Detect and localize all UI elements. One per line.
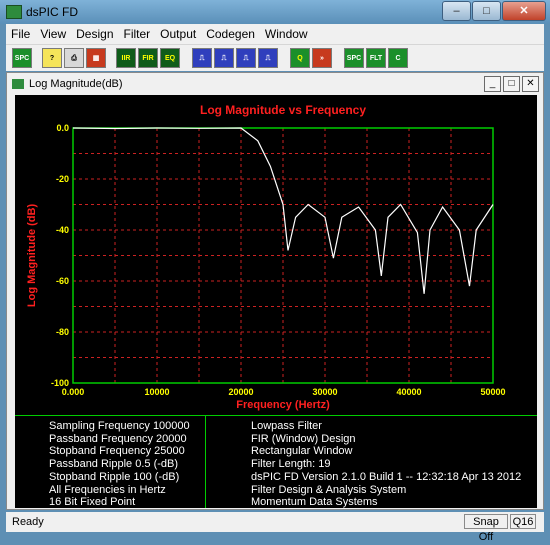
menu-file[interactable]: File [6,27,35,41]
menu-bar: File View Design Filter Output Codegen W… [6,24,544,44]
y-tick-label: -60 [56,276,69,286]
menu-filter[interactable]: Filter [119,27,156,41]
y-axis-label: Log Magnitude (dB) [26,204,38,308]
close-button[interactable]: ✕ [502,1,546,21]
bandstop-icon[interactable]: ⎍ [258,48,278,68]
format-status: Q16 [510,514,536,529]
product-name: Filter Design & Analysis System [251,483,407,496]
x-tick-label: 10000 [144,387,169,397]
y-tick-label: 0.0 [56,123,69,133]
stopband-ripple: Stopband Ripple 100 (-dB) [49,470,180,483]
status-text: Ready [12,516,44,528]
plot-area: 0.000 10000 20000 30000 40000 50000 0.0 -20 -40 -… [15,95,537,415]
x-tick-label: 0.000 [62,387,85,397]
y-tick-label: -80 [56,327,69,337]
menu-view[interactable]: View [35,27,71,41]
menu-output[interactable]: Output [155,27,201,41]
print-button[interactable]: ⎙ [64,48,84,68]
x-tick-label: 30000 [312,387,337,397]
lowpass-icon[interactable]: ⎍ [192,48,212,68]
app-icon [6,5,22,19]
quantize-button[interactable]: Q [290,48,310,68]
filter-type: Lowpass Filter [251,420,322,432]
snap-status: Snap Off [464,514,508,543]
chart-icon [12,79,24,89]
highpass-icon[interactable]: ⎍ [214,48,234,68]
version-info: dsPIC FD Version 2.1.0 Build 1 -- 12:32:… [251,470,522,483]
minimize-button[interactable]: – [442,1,471,21]
stopband-frequency: Stopband Frequency 25000 [49,445,185,458]
filter-length: Filter Length: 19 [251,458,331,471]
sampling-frequency: Sampling Frequency 100000 [49,420,190,432]
child-minimize-button[interactable]: _ [484,76,501,92]
x-tick-label: 40000 [396,387,421,397]
magnitude-chart: 0.000 10000 20000 30000 40000 50000 0.0 -20 -40 -… [26,103,506,411]
status-bar: Ready Snap Off Q16 [6,512,544,543]
y-tick-label: -20 [56,174,69,184]
spc-save-button[interactable]: SPC [344,48,364,68]
window-type: Rectangular Window [251,445,353,458]
menu-design[interactable]: Design [71,27,118,41]
y-tick-label: -40 [56,225,69,235]
number-format: 16 Bit Fixed Point [49,496,136,509]
x-tick-label: 20000 [228,387,253,397]
eq-button[interactable]: EQ [160,48,180,68]
child-maximize-button[interactable]: □ [503,76,520,92]
chart-title: Log Magnitude vs Frequency [200,103,366,117]
filter-info-panel: Sampling Frequency 100000 Passband Frequ… [15,415,537,508]
child-title-bar: Log Magnitude(dB) _ □ ✕ [7,73,543,95]
iir-button[interactable]: IIR [116,48,136,68]
info-divider [205,416,206,508]
title-bar: dsPIC FD – □ ✕ [0,0,550,24]
x-tick-label: 50000 [480,387,505,397]
menu-window[interactable]: Window [260,27,313,41]
menu-codegen[interactable]: Codegen [201,27,260,41]
child-close-button[interactable]: ✕ [522,76,539,92]
design-method: FIR (Window) Design [251,432,356,445]
x-axis-label: Frequency (Hertz) [236,399,330,411]
flt-save-button[interactable]: FLT [366,48,386,68]
passband-ripple: Passband Ripple 0.5 (-dB) [49,458,179,471]
help-button[interactable]: ? [42,48,62,68]
spc-open-button[interactable]: SPC [12,48,32,68]
frequency-units: All Frequencies in Hertz [49,483,166,496]
y-tick-label: -100 [51,378,69,388]
filter-description: Lowpass Filter FIR (Window) Design Recta… [251,420,521,509]
window-title: dsPIC FD [26,5,79,19]
maximize-button[interactable]: □ [472,1,501,21]
passband-frequency: Passband Frequency 20000 [49,432,187,445]
log-magnitude-window: Log Magnitude(dB) _ □ ✕ 0.000 10000 20000 3… [6,72,544,510]
child-title: Log Magnitude(dB) [29,78,123,90]
filter-params: Sampling Frequency 100000 Passband Frequ… [49,420,190,509]
bandpass-icon[interactable]: ⎍ [236,48,256,68]
toolbar: SPC ? ⎙ ▦ IIR FIR EQ ⎍ ⎍ ⎍ ⎍ Q » SPC FLT… [6,44,544,71]
company-name: Momentum Data Systems [251,496,378,509]
fir-button[interactable]: FIR [138,48,158,68]
tile-button[interactable]: ▦ [86,48,106,68]
c-code-button[interactable]: C [388,48,408,68]
forward-button[interactable]: » [312,48,332,68]
